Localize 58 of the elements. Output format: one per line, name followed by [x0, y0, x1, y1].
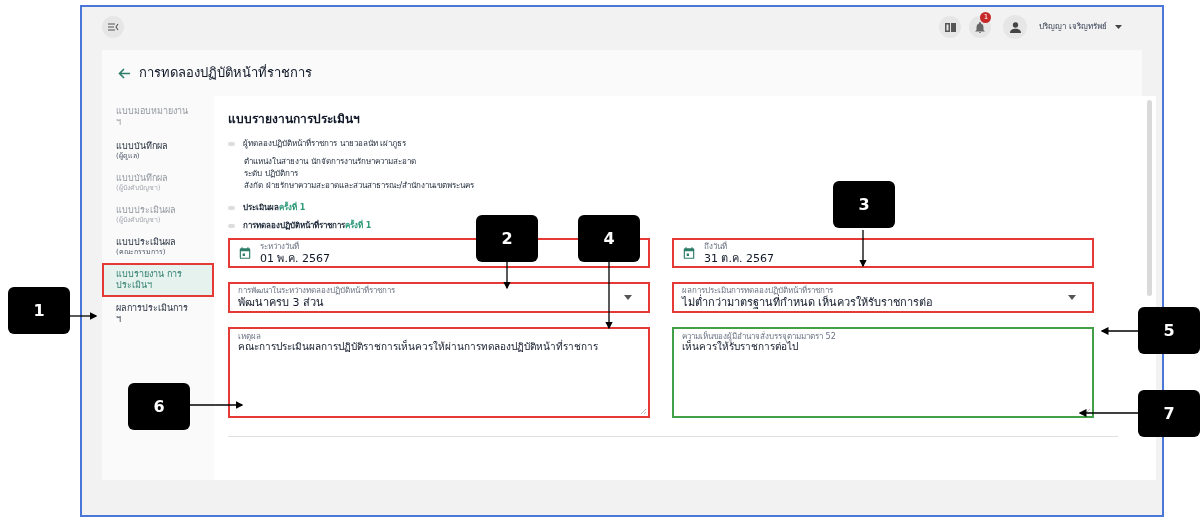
- resize-handle-icon[interactable]: [641, 409, 646, 414]
- field-label: ผลการประเมินการทดลองปฏิบัติหน้าที่ราชการ: [682, 287, 834, 295]
- calendar-icon: [682, 246, 696, 260]
- avatar-button[interactable]: [1003, 15, 1028, 39]
- sidebar-item[interactable]: ผลการประเมินการ ฯ: [102, 297, 214, 332]
- callout-badge: 5: [1138, 307, 1200, 354]
- dropdown-field[interactable]: การพัฒนาในระหว่างทดลองปฏิบัติหน้าที่ราชการ พัฒนาครบ 3 ส่วน: [228, 282, 650, 313]
- bell-icon: [975, 21, 986, 33]
- callout-arrow: [189, 401, 244, 409]
- detail-line: สังกัด ฝ่ายรักษาความสะอาดและสวนสาธารณะ/สำนักงานเขตพระนคร: [244, 180, 476, 192]
- bullet-icon: [228, 142, 235, 146]
- book-button[interactable]: [939, 16, 962, 38]
- field-value: 01 พ.ค. 2567: [260, 252, 330, 264]
- dropdown-field[interactable]: ผลการประเมินการทดลองปฏิบัติหน้าที่ราชการ ไม่ต่ำกว่ามาตรฐานที่กำหนด เห็นควรให้รับราชการต่อ: [672, 282, 1094, 313]
- caret-icon: [1068, 295, 1076, 300]
- callout-badge: 6: [128, 383, 190, 430]
- back-arrow-icon[interactable]: [118, 67, 131, 79]
- bullet-icon: [228, 224, 235, 228]
- callout-arrow: [1100, 327, 1139, 335]
- text-area[interactable]: เหตุผล คณะการประเมินผลการปฏิบัติราชการเห็นควรให้ผ่านการทดลองปฏิบัติหน้าที่ราชการ: [228, 327, 650, 418]
- date-field[interactable]: ถึงวันที่ 31 ต.ค. 2567: [672, 238, 1094, 268]
- callout-arrow: [605, 261, 613, 330]
- field-label: ถึงวันที่: [704, 242, 728, 251]
- menu-collapse-icon: [107, 23, 119, 31]
- trainee-name: ผู้ทดลองปฏิบัติหน้าที่ราชการ นายวอลนัท เผ่าภูธร: [243, 138, 407, 150]
- person-icon: [1009, 21, 1021, 33]
- callout-badge: 3: [833, 181, 895, 228]
- round-label: การทดลองปฏิบัติหน้าที่ราชการครั้งที่ 1: [243, 220, 372, 232]
- detail-line: ระดับ ปฏิบัติการ: [244, 168, 299, 180]
- callout-badge: 4: [578, 215, 640, 262]
- book-icon: [944, 22, 956, 32]
- caret-icon: [624, 295, 632, 300]
- bullet-icon: [228, 206, 235, 210]
- field-label: การพัฒนาในระหว่างทดลองปฏิบัติหน้าที่ราชการ: [238, 287, 396, 295]
- field-label: ความเห็นของผู้มีอำนาจสั่งบรรจุตามมาตรา 52: [682, 333, 837, 341]
- field-label: เหตุผล: [238, 333, 261, 341]
- callout-badge: 7: [1138, 390, 1200, 437]
- page-title: การทดลองปฏิบัติหน้าที่ราชการ: [139, 63, 312, 83]
- field-value: 31 ต.ค. 2567: [704, 252, 774, 264]
- text-area[interactable]: ความเห็นของผู้มีอำนาจสั่งบรรจุตามมาตรา 52 เห็นควรให้รับราชการต่อไป: [672, 327, 1094, 418]
- callout-arrow: [503, 261, 511, 290]
- detail-line: ตำแหน่งในสายงาน นักจัดการงานรักษาความสะอาด: [244, 156, 417, 168]
- field-value: พัฒนาครบ 3 ส่วน: [238, 297, 325, 308]
- callout-arrow: [859, 229, 867, 268]
- callout-arrow: [69, 312, 98, 320]
- field-value: คณะการประเมินผลการปฏิบัติราชการเห็นควรให้ผ่านการทดลองปฏิบัติหน้าที่ราชการ: [238, 341, 599, 354]
- sidebar-item[interactable]: แบบรายงาน การประเมินฯ: [102, 262, 214, 297]
- caret-icon: [1115, 25, 1122, 29]
- field-label: ระหว่างวันที่: [260, 242, 300, 251]
- field-value: เห็นควรให้รับราชการต่อไป: [682, 341, 798, 354]
- report-title: แบบรายงานการประเมินฯ: [228, 111, 361, 128]
- callout-arrow: [1078, 409, 1139, 417]
- user-menu[interactable]: ปริญญา เจริญทรัพย์: [1039, 21, 1122, 33]
- resize-handle-icon[interactable]: [1085, 409, 1090, 414]
- callout-badge: 1: [8, 287, 70, 334]
- calendar-icon: [238, 246, 252, 260]
- callout-badge: 2: [476, 215, 538, 262]
- round-label: ประเมินผลครั้งที่ 1: [243, 202, 306, 214]
